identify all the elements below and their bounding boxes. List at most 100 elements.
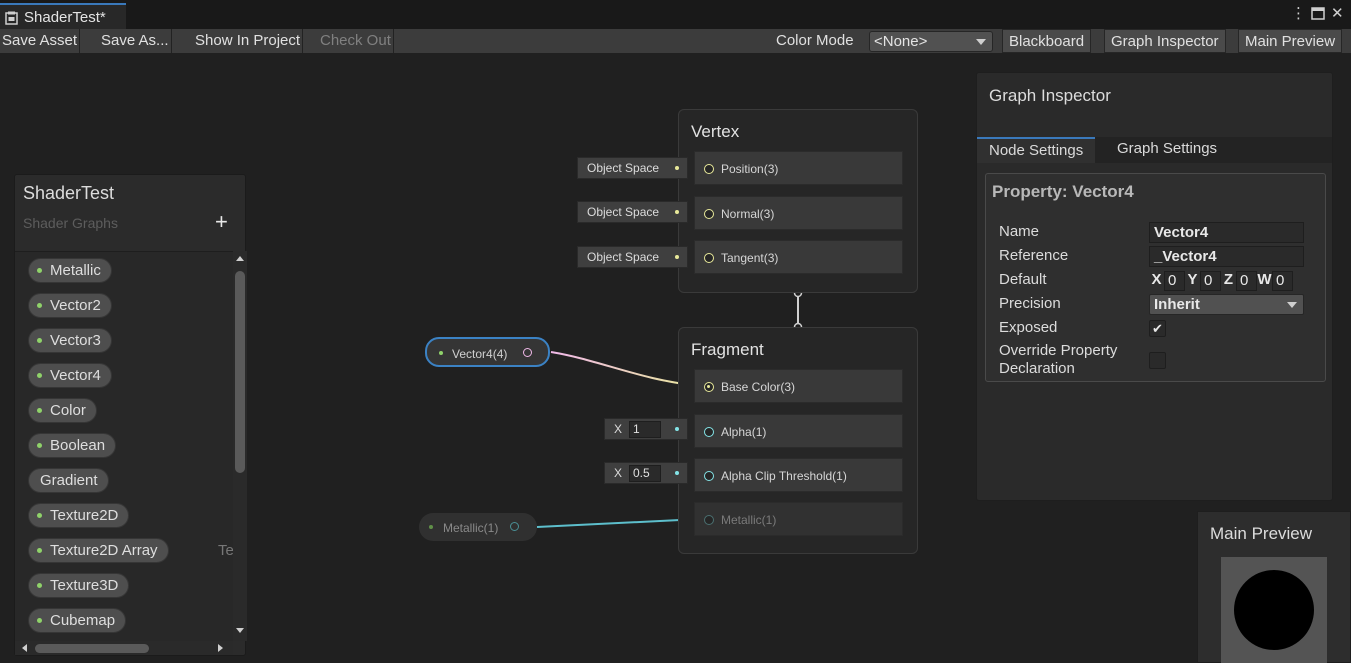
fragment-slot-metallic[interactable]: Metallic(1) [694, 502, 903, 536]
alpha-input[interactable]: X 1 [604, 418, 688, 440]
scroll-right-icon[interactable] [218, 644, 223, 652]
fragment-context[interactable]: Fragment Base Color(3) Alpha(1) Alpha Cl… [678, 327, 918, 554]
normal-space-input[interactable]: Object Space [577, 201, 688, 223]
scroll-left-icon[interactable] [22, 644, 27, 652]
slot-label: Base Color(3) [721, 380, 796, 394]
blackboard-subtitle: Shader Graphs [23, 215, 118, 231]
default-x-field[interactable]: 0 [1164, 271, 1185, 291]
slot-port-icon[interactable] [704, 209, 714, 219]
blackboard-panel[interactable]: ShaderTest Shader Graphs + Metallic Vect… [14, 174, 247, 656]
slot-label: Alpha(1) [721, 425, 767, 439]
vertex-context[interactable]: Vertex Position(3) Normal(3) Tangent(3) [678, 109, 918, 293]
alpha-clip-value-field[interactable]: 0.5 [629, 465, 661, 482]
graph-inspector-panel[interactable]: Graph Inspector Node Settings Graph Sett… [976, 72, 1333, 501]
default-label: Default [999, 271, 1047, 288]
scroll-down-icon[interactable] [236, 628, 244, 633]
property-item-vector3[interactable]: Vector3 [28, 328, 112, 353]
metallic-property-node[interactable]: Metallic(1) [419, 513, 537, 541]
default-vector-field: X 0 Y 0 Z 0 W 0 [1149, 271, 1293, 291]
reference-label: Reference [999, 247, 1069, 264]
axis-label: X [1151, 271, 1162, 288]
property-label: Vector4 [50, 367, 101, 384]
slot-label: Tangent(3) [721, 251, 779, 265]
axis-label: Y [1187, 271, 1198, 288]
alpha-clip-input[interactable]: X 0.5 [604, 462, 688, 484]
vertex-slot-tangent[interactable]: Tangent(3) [694, 240, 903, 274]
property-settings: Property: Vector4 Name Vector4 Reference… [985, 173, 1326, 382]
property-dot-icon [37, 373, 42, 378]
tangent-space-input[interactable]: Object Space [577, 246, 688, 268]
property-item-vector2[interactable]: Vector2 [28, 293, 112, 318]
axis-label: W [1257, 271, 1272, 288]
slot-port-icon[interactable] [704, 515, 714, 525]
property-item-metallic[interactable]: Metallic [28, 258, 112, 283]
scroll-up-icon[interactable] [236, 256, 244, 261]
slot-label: Position(3) [721, 162, 779, 176]
slot-port-icon[interactable] [704, 471, 714, 481]
property-item-texture2d-array[interactable]: Texture2D Array [28, 538, 169, 563]
precision-dropdown[interactable]: Inherit [1149, 294, 1304, 315]
default-w-field[interactable]: 0 [1272, 271, 1293, 291]
property-label: Metallic [50, 262, 101, 279]
fragment-slot-base-color[interactable]: Base Color(3) [694, 369, 903, 403]
default-z-field[interactable]: 0 [1236, 271, 1257, 291]
slot-port-icon[interactable] [704, 427, 714, 437]
precision-label: Precision [999, 295, 1061, 312]
scrollbar-thumb[interactable] [35, 644, 149, 653]
blackboard-title: ShaderTest [23, 183, 115, 203]
exposed-checkbox[interactable]: ✔ [1149, 320, 1166, 337]
slot-port-icon[interactable] [704, 164, 714, 174]
axis-label: X [614, 422, 623, 436]
property-item-cubemap[interactable]: Cubemap [28, 608, 127, 633]
vertex-slot-normal[interactable]: Normal(3) [694, 196, 903, 230]
override-declaration-checkbox[interactable] [1149, 352, 1166, 369]
slot-port-icon[interactable] [704, 253, 714, 263]
position-space-input[interactable]: Object Space [577, 157, 688, 179]
name-field[interactable]: Vector4 [1149, 222, 1304, 243]
output-port-icon[interactable] [510, 522, 519, 531]
property-label: Gradient [40, 472, 98, 489]
property-item-boolean[interactable]: Boolean [28, 433, 117, 458]
property-dot-icon [429, 525, 433, 529]
reference-field[interactable]: _Vector4 [1149, 246, 1304, 267]
property-dot-icon [37, 618, 42, 623]
preview-title: Main Preview [1210, 524, 1313, 543]
slot-label: Normal(3) [721, 207, 775, 221]
property-label: Vector3 [50, 332, 101, 349]
preview-viewport[interactable] [1221, 557, 1327, 663]
property-title: Property: Vector4 [992, 182, 1134, 201]
slot-port-icon[interactable] [704, 382, 714, 392]
property-item-texture2d[interactable]: Texture2D [28, 503, 130, 528]
property-item-color[interactable]: Color [28, 398, 97, 423]
fragment-title: Fragment [691, 340, 764, 359]
tab-graph-settings[interactable]: Graph Settings [1105, 137, 1229, 163]
property-label: Texture2D Array [50, 542, 158, 559]
name-label: Name [999, 223, 1040, 240]
tab-node-settings[interactable]: Node Settings [977, 137, 1096, 163]
alpha-value-field[interactable]: 1 [629, 421, 661, 438]
property-item-vector4[interactable]: Vector4 [28, 363, 112, 388]
space-label: Object Space [587, 250, 660, 264]
add-property-icon[interactable]: + [215, 209, 228, 235]
vector4-property-node[interactable]: Vector4(4) [425, 337, 550, 367]
vertex-slot-position[interactable]: Position(3) [694, 151, 903, 185]
default-y-field[interactable]: 0 [1200, 271, 1221, 291]
fragment-slot-alpha-clip[interactable]: Alpha Clip Threshold(1) [694, 458, 903, 492]
property-item-texture3d[interactable]: Texture3D [28, 573, 130, 598]
property-dot-icon [37, 303, 42, 308]
vertical-scrollbar[interactable] [233, 251, 247, 641]
scrollbar-thumb[interactable] [235, 271, 245, 473]
property-item-gradient[interactable]: Gradient [28, 468, 109, 493]
chevron-down-icon [1287, 302, 1297, 308]
slot-label: Metallic(1) [721, 513, 777, 527]
fragment-slot-alpha[interactable]: Alpha(1) [694, 414, 903, 448]
output-port-icon[interactable] [523, 348, 532, 357]
inspector-tabs: Node Settings Graph Settings [977, 137, 1332, 163]
preview-sphere [1234, 570, 1314, 650]
inspector-title: Graph Inspector [989, 86, 1111, 105]
main-preview-panel[interactable]: Main Preview [1197, 511, 1351, 663]
wire-metallic [536, 518, 701, 528]
property-dot-icon [37, 583, 42, 588]
horizontal-scrollbar[interactable] [15, 641, 233, 655]
vector4-node-label: Vector4(4) [452, 347, 508, 361]
